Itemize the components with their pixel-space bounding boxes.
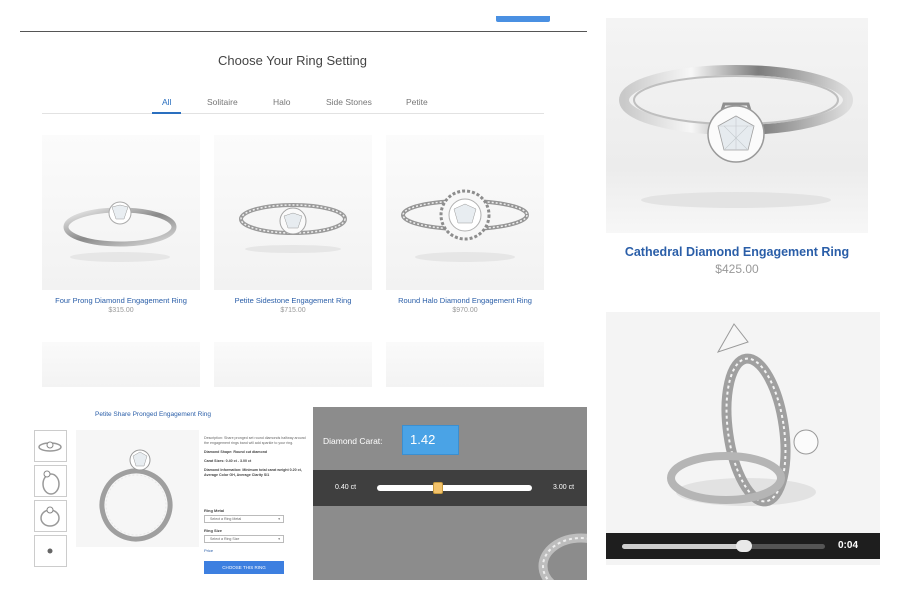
ring-detail-panel: Petite Share Pronged Engagement Ring Des… — [30, 400, 310, 585]
diamond-shape-text: Diamond Shape: Round cut diamond — [204, 450, 268, 454]
product-name[interactable]: Round Halo Diamond Engagement Ring — [386, 296, 544, 305]
video-seek-bar[interactable] — [622, 540, 825, 552]
featured-ring-panel: Cathedral Diamond Engagement Ring $425.0… — [606, 18, 868, 288]
diamond-info-text: Diamond Information: Minimum total carat… — [204, 468, 302, 477]
ring-image-cathedral — [619, 65, 853, 208]
product-price: $715.00 — [280, 307, 306, 314]
product-image[interactable] — [386, 135, 544, 290]
carat-max-label: 3.00 ct — [553, 484, 575, 491]
chevron-down-icon: ▾ — [278, 517, 280, 521]
page-title: Choose Your Ring Setting — [218, 53, 367, 68]
header-divider — [20, 31, 587, 32]
product-card[interactable]: Petite Sidestone Engagement Ring $715.00 — [214, 135, 372, 325]
featured-ring-name[interactable]: Cathedral Diamond Engagement Ring — [606, 245, 868, 259]
featured-ring-price: $425.00 — [715, 262, 759, 276]
product-price: $970.00 — [452, 307, 478, 314]
product-price: $315.00 — [108, 307, 134, 314]
video-time: 0:04 — [838, 540, 859, 551]
ring-image-petite-share — [99, 449, 173, 542]
diamond-carat-label: Diamond Carat: — [323, 436, 383, 446]
ring-metal-select[interactable]: Select a Ring Metal ▾ — [204, 515, 284, 523]
ring-size-select[interactable]: Select a Ring Size ▾ — [204, 535, 284, 543]
video-controls: 0:04 — [606, 533, 880, 559]
thumbnail-top-view[interactable] — [34, 430, 67, 462]
thumbnail-side-view[interactable] — [34, 465, 67, 497]
tab-side-stones[interactable]: Side Stones — [326, 96, 372, 114]
ring-catalog-panel: Choose Your Ring Setting All Solitaire H… — [0, 0, 600, 395]
price-link[interactable]: Price — [204, 548, 213, 553]
ring-image-round-halo — [401, 189, 529, 262]
ring-video-panel: 0:04 — [606, 312, 880, 565]
ring-video-frame — [667, 323, 819, 507]
tab-solitaire[interactable]: Solitaire — [207, 96, 238, 114]
product-card-placeholder — [386, 342, 544, 387]
diamond-carat-panel: Diamond Carat: 1.42 0.40 ct 3.00 ct — [313, 407, 587, 580]
ring-image-four-prong — [63, 201, 177, 262]
diamond-carat-input[interactable]: 1.42 — [402, 425, 459, 455]
video-progress-fill — [622, 544, 744, 549]
ring-size-label: Ring Size — [204, 528, 223, 533]
product-image[interactable] — [42, 135, 200, 290]
thumbnail-360-view[interactable] — [34, 535, 67, 567]
choose-this-ring-button[interactable]: CHOOSE THIS RING — [204, 561, 284, 574]
product-name[interactable]: Petite Sidestone Engagement Ring — [214, 296, 372, 305]
featured-ring-image[interactable] — [606, 18, 868, 233]
carat-slider-track[interactable] — [377, 482, 532, 494]
category-tabs: All Solitaire Halo Side Stones Petite — [42, 96, 544, 114]
ring-thumb-icon — [38, 441, 62, 452]
product-name[interactable]: Four Prong Diamond Engagement Ring — [42, 296, 200, 305]
detail-main-image — [76, 430, 199, 547]
chevron-down-icon: ▾ — [278, 537, 280, 541]
ring-thumb-icon — [40, 506, 60, 527]
thumbnail-front-view[interactable] — [34, 500, 67, 532]
tab-petite[interactable]: Petite — [406, 96, 428, 114]
ring-image-partial — [538, 533, 587, 580]
video-seek-handle[interactable] — [735, 540, 752, 552]
tab-halo[interactable]: Halo — [273, 96, 290, 114]
carat-min-label: 0.40 ct — [335, 484, 357, 491]
carat-slider-handle[interactable] — [432, 482, 443, 494]
product-card-placeholder — [214, 342, 372, 387]
carat-slider-bar: 0.40 ct 3.00 ct — [313, 470, 587, 506]
ring-metal-placeholder: Select a Ring Metal — [210, 517, 242, 521]
description-text: Description: Share pronged set round dia… — [204, 436, 306, 445]
tab-all[interactable]: All — [152, 96, 182, 114]
ring-description: Description: Share pronged set round dia… — [204, 436, 310, 478]
top-nav-button[interactable] — [496, 16, 550, 22]
carat-sizes-text: Carat Sizes: 0.40 ct - 3.00 ct — [204, 459, 252, 463]
detail-title: Petite Share Pronged Engagement Ring — [95, 411, 211, 418]
ring-metal-label: Ring Metal — [204, 508, 225, 513]
product-card[interactable]: Round Halo Diamond Engagement Ring $970.… — [386, 135, 544, 325]
product-card[interactable]: Four Prong Diamond Engagement Ring $315.… — [42, 135, 200, 325]
rotate-360-icon — [47, 548, 53, 554]
product-image[interactable] — [214, 135, 372, 290]
ring-size-placeholder: Select a Ring Size — [210, 537, 240, 541]
ring-thumb-icon — [42, 470, 60, 495]
ring-image-petite-sidestone — [239, 203, 347, 253]
product-card-placeholder — [42, 342, 200, 387]
